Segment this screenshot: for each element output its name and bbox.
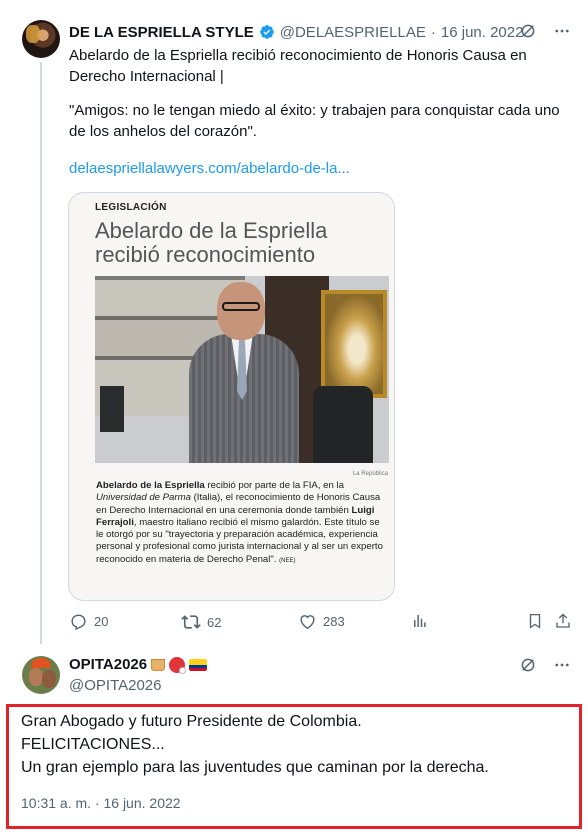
tweet-action-bar: 20 62 283 [69, 612, 575, 634]
grok-icon[interactable] [518, 21, 538, 41]
reply-text-line: Gran Abogado y futuro Presidente de Colo… [21, 713, 362, 730]
reply-timestamp[interactable]: 10:31 a. m. · 16 jun. 2022 [21, 795, 181, 811]
colombia-flag-icon [189, 658, 208, 671]
tweet-text: Abelardo de la Espriella recibió reconoc… [69, 45, 574, 87]
bookmark-icon [529, 613, 541, 629]
tweet-top-actions [518, 21, 572, 41]
reply-header: OPITA2026 [69, 656, 208, 674]
views-icon [414, 615, 426, 627]
reply-top-actions [518, 655, 572, 675]
reply-button[interactable]: 20 [69, 612, 108, 631]
share-button[interactable] [554, 612, 572, 630]
like-count: 283 [323, 614, 345, 629]
card-section-label: LEGISLACIÓN [95, 202, 167, 213]
separator-dot: · [430, 23, 436, 41]
article-text: , maestro italiano recibió el mismo gala… [96, 516, 383, 565]
retweet-icon [181, 615, 201, 629]
tweet-text-line: Abelardo de la Espriella recibió reconoc… [69, 47, 527, 85]
tweet-quote: "Amigos: no le tengan miedo al éxito: y … [69, 102, 560, 140]
tweet-header: DE LA ESPRIELLA STYLE @DELAESPRIELLAE · … [69, 22, 523, 42]
photo-credit: La República [352, 471, 388, 477]
article-body: Abelardo de la Espriella recibió por par… [96, 480, 386, 567]
card-headline: Abelardo de la Espriella recibió reconoc… [95, 218, 328, 267]
author-name[interactable]: DE LA ESPRIELLA STYLE [69, 24, 254, 41]
article-photo [95, 276, 389, 463]
author-handle[interactable]: @DELAESPRIELLAE [280, 24, 426, 41]
verified-icon [259, 25, 274, 39]
reply-text: Gran Abogado y futuro Presidente de Colo… [21, 710, 571, 779]
tweet-link[interactable]: delaespriellalawyers.com/abelardo-de-la.… [69, 160, 350, 177]
views-button[interactable] [411, 612, 429, 630]
grok-icon[interactable] [518, 655, 538, 675]
reply-icon [71, 614, 86, 631]
tweet-date[interactable]: 16 jun. 2022 [441, 24, 524, 41]
bookmark-button[interactable] [526, 612, 544, 630]
reply-author-name[interactable]: OPITA2026 [69, 656, 147, 673]
retweet-count: 62 [207, 614, 222, 630]
article-bold-name: Abelardo de la Espriella [96, 480, 205, 491]
beer-emoji-icon [151, 658, 166, 671]
reply-handle[interactable]: @OPITA2026 [69, 677, 162, 694]
reply-text-line: FELICITACIONES... [21, 736, 165, 753]
more-icon[interactable] [552, 21, 572, 41]
like-icon [300, 615, 315, 630]
reply-text-line: Un gran ejemplo para las juventudes que … [21, 759, 489, 776]
thread-line [40, 62, 42, 644]
ping-pong-emoji-icon [169, 656, 187, 674]
reply-count: 20 [94, 614, 109, 629]
author-avatar[interactable] [22, 20, 60, 58]
article-text: recibió por parte de la FIA, en la [204, 480, 344, 491]
like-button[interactable]: 283 [298, 612, 345, 631]
article-image-card[interactable]: LEGISLACIÓN Abelardo de la Espriella rec… [68, 192, 395, 601]
retweet-button[interactable]: 62 [181, 612, 221, 632]
more-icon[interactable] [552, 655, 572, 675]
share-icon [556, 613, 570, 628]
article-italic: Universidad de Parma [96, 492, 191, 504]
reply-avatar[interactable] [22, 656, 60, 694]
article-tag: (NEE) [279, 557, 296, 564]
